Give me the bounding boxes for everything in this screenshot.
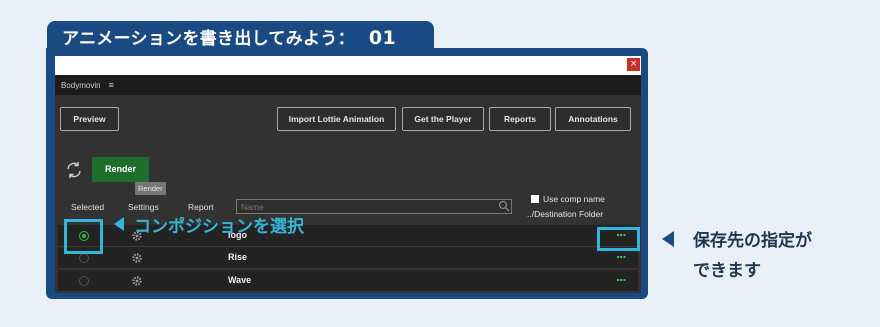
destination-annotation: 保存先の指定が できます	[693, 226, 812, 286]
window-titlebar: ×	[55, 56, 641, 75]
use-comp-name-checkbox[interactable]	[531, 195, 539, 203]
search-icon[interactable]	[498, 200, 510, 212]
bodymovin-window: × Bodymovin ≡ Preview Import Lottie Anima…	[55, 56, 641, 293]
select-comp-annotation: コンポジションを選択	[134, 217, 304, 237]
panel-title: Bodymovin	[61, 81, 101, 90]
refresh-icon[interactable]	[64, 160, 84, 180]
composition-name: Rise	[228, 252, 248, 262]
destination-annotation-line1: 保存先の指定が	[693, 231, 812, 251]
composition-name: Wave	[228, 275, 252, 285]
select-radio[interactable]	[79, 253, 89, 263]
close-button[interactable]: ×	[627, 58, 640, 71]
destination-more-button[interactable]: ...	[616, 271, 627, 284]
column-settings: Settings	[128, 202, 159, 212]
render-tooltip: Render	[135, 182, 166, 195]
gear-icon[interactable]	[131, 252, 143, 264]
composition-row[interactable]: Rise ...	[58, 247, 638, 269]
reports-button[interactable]: Reports	[489, 107, 551, 131]
use-comp-name-label: Use comp name	[543, 194, 605, 204]
annotations-button[interactable]: Annotations	[555, 107, 631, 131]
column-report: Report	[188, 202, 214, 212]
destination-folder-label: ../Destination Folder	[527, 209, 604, 219]
panel-header: Bodymovin ≡	[55, 75, 641, 95]
select-pointer-arrow-icon	[114, 217, 124, 231]
destination-highlight-box	[597, 227, 640, 251]
import-lottie-button[interactable]: Import Lottie Animation	[277, 107, 396, 131]
select-radio[interactable]	[79, 276, 89, 286]
preview-button[interactable]: Preview	[60, 107, 119, 131]
gear-icon[interactable]	[131, 275, 143, 287]
column-selected: Selected	[71, 202, 105, 212]
menu-icon[interactable]: ≡	[109, 80, 114, 90]
destination-pointer-arrow-icon	[662, 231, 674, 247]
heading-number: 01	[368, 27, 396, 49]
render-button[interactable]: Render	[92, 157, 149, 182]
composition-row[interactable]: Wave ...	[58, 270, 638, 292]
destination-annotation-line2: できます	[693, 261, 761, 281]
select-highlight-box	[64, 219, 103, 254]
get-player-button[interactable]: Get the Player	[402, 107, 484, 131]
heading-title: アニメーションを書き出してみよう：	[62, 29, 355, 49]
